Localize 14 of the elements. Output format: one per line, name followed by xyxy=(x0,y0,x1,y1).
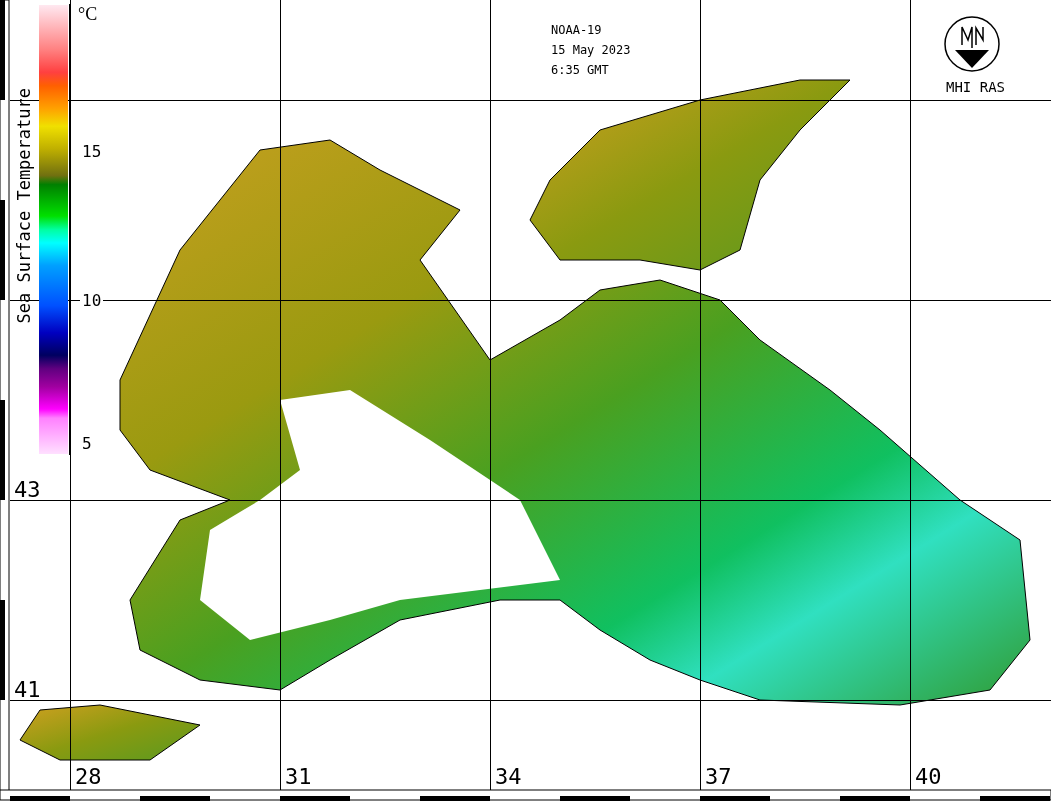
unit-label: °C xyxy=(78,4,98,25)
longitude-label: 40 xyxy=(915,765,942,789)
satellite-name: NOAA-19 xyxy=(551,22,602,38)
latitude-label: 41 xyxy=(14,678,41,702)
longitude-label: 37 xyxy=(705,765,732,789)
logo-label: MHI RAS xyxy=(946,79,1005,95)
latitude-label: 43 xyxy=(14,478,41,502)
longitude-label: 31 xyxy=(285,765,312,789)
capture-time: 6:35 GMT xyxy=(551,62,609,78)
capture-date: 15 May 2023 xyxy=(551,42,631,58)
legend-title: Sea Surface Temperature xyxy=(14,88,34,324)
longitude-label: 28 xyxy=(75,765,102,789)
logo-icon xyxy=(944,16,1000,72)
longitude-label: 34 xyxy=(495,765,522,789)
